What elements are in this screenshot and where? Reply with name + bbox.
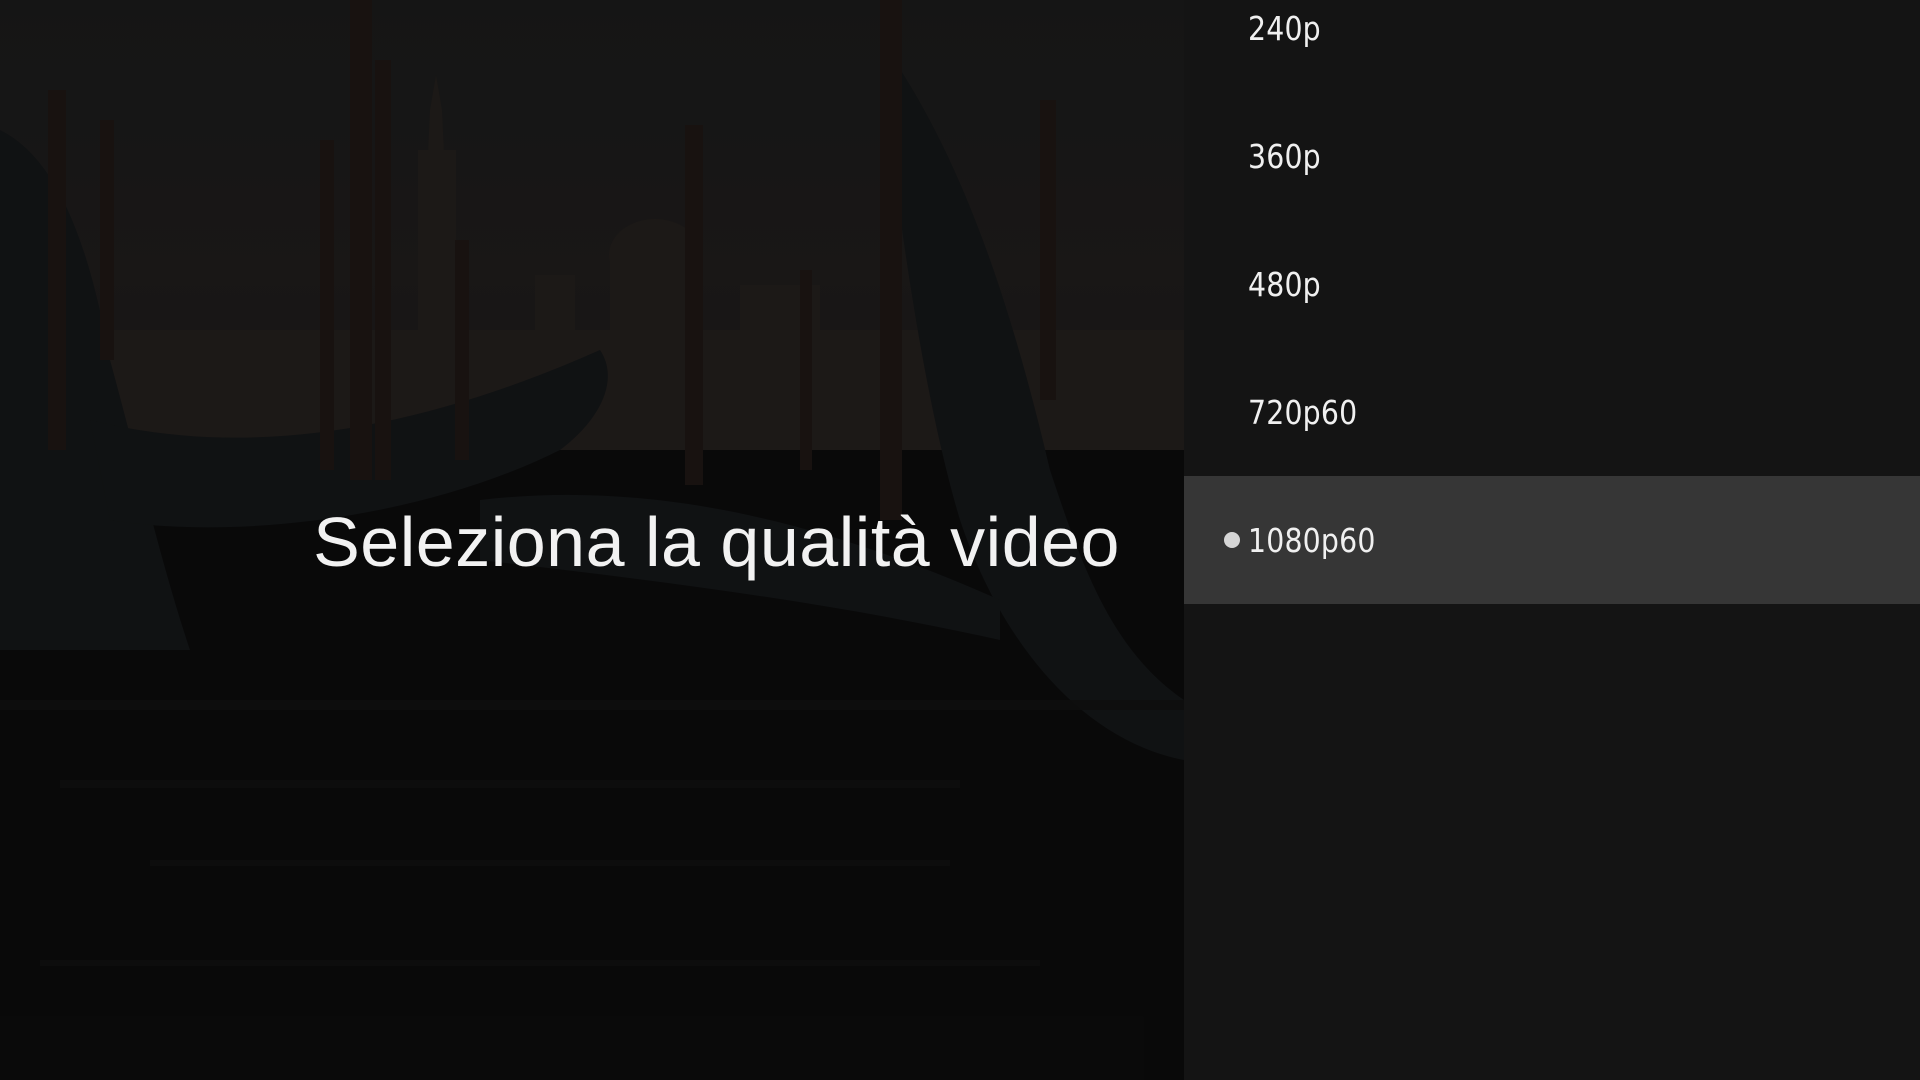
quality-option-label: 480p	[1248, 264, 1321, 304]
quality-selection-screen: Seleziona la qualità video 240p 360p 480…	[0, 0, 1920, 1080]
page-title: Seleziona la qualità video	[313, 503, 1120, 581]
quality-menu-panel: 240p 360p 480p 720p60 1080p60	[1184, 0, 1920, 1080]
radio-dot-icon	[1224, 532, 1240, 548]
quality-option-720p60[interactable]: 720p60	[1184, 348, 1920, 476]
quality-option-240p[interactable]: 240p	[1184, 0, 1920, 92]
quality-option-1080p60[interactable]: 1080p60	[1184, 476, 1920, 604]
quality-options-list: 240p 360p 480p 720p60 1080p60	[1184, 0, 1920, 604]
quality-option-label: 1080p60	[1248, 520, 1376, 560]
quality-option-label: 720p60	[1248, 392, 1358, 432]
quality-option-label: 360p	[1248, 136, 1321, 176]
quality-option-360p[interactable]: 360p	[1184, 92, 1920, 220]
quality-option-label: 240p	[1248, 8, 1321, 48]
quality-option-480p[interactable]: 480p	[1184, 220, 1920, 348]
